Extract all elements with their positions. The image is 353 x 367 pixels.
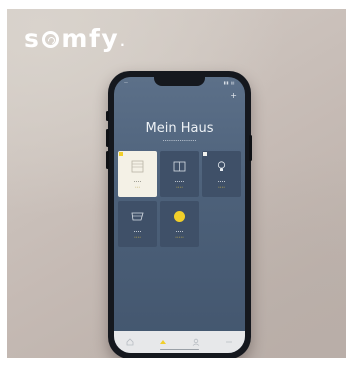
- phone-screen: — ▮▮ ▤ + Mein Haus •••••••••••••••••• ••…: [114, 77, 245, 353]
- window-icon: [173, 161, 186, 172]
- group-marker: [203, 152, 207, 156]
- phone-silent-switch: [106, 111, 109, 121]
- tile-label-blurred: ••••: [133, 230, 142, 234]
- tile-label-blurred: •••••: [174, 180, 185, 184]
- phone-volume-up: [106, 129, 109, 147]
- home-indicator: [160, 348, 199, 350]
- device-tile-sun-sensor[interactable]: •••• •••••: [160, 201, 199, 247]
- more-icon: [225, 341, 232, 343]
- smartphone: — ▮▮ ▤ + Mein Haus •••••••••••••••••• ••…: [106, 71, 252, 358]
- product-photo: s mfy. — ▮▮ ▤ + Mein Haus •••••••••••••••…: [7, 9, 346, 358]
- status-bar-time: —: [124, 80, 128, 85]
- scenes-icon: [160, 340, 167, 344]
- add-icon[interactable]: +: [230, 91, 237, 100]
- selected-marker: [119, 152, 123, 156]
- tab-scenes[interactable]: [157, 336, 169, 348]
- somfy-logo: s mfy.: [24, 23, 127, 53]
- tile-status-blurred: •••••: [175, 234, 184, 239]
- status-bar-icons: ▮▮ ▤: [223, 80, 235, 85]
- tab-more[interactable]: [223, 336, 235, 348]
- shutter-icon: [131, 160, 144, 173]
- device-tile-light[interactable]: •••• ••••: [202, 151, 241, 197]
- device-tile-window[interactable]: ••••• ••••: [160, 151, 199, 197]
- user-icon: [192, 338, 200, 346]
- screen-subtitle-blurred: ••••••••••••••••••: [162, 139, 197, 143]
- screen-title: Mein Haus: [145, 121, 214, 136]
- sun-icon: [174, 211, 185, 222]
- phone-power-button: [249, 135, 252, 161]
- tile-status-blurred: ••••: [217, 184, 226, 189]
- light-bulb-icon: [217, 161, 226, 171]
- device-tile-shutter[interactable]: •••• •••: [118, 151, 157, 197]
- device-tile-awning[interactable]: •••• ••••: [118, 201, 157, 247]
- tile-status-blurred: ••••: [133, 234, 142, 239]
- tab-home[interactable]: [124, 336, 136, 348]
- awning-icon: [131, 212, 144, 221]
- bottom-tab-bar: [114, 331, 245, 353]
- phone-notch: [154, 77, 205, 86]
- tile-label-blurred: ••••: [133, 180, 142, 184]
- tile-status-blurred: •••: [134, 184, 141, 189]
- phone-volume-down: [106, 151, 109, 169]
- tab-user[interactable]: [190, 336, 202, 348]
- tile-label-blurred: ••••: [217, 180, 226, 184]
- tile-status-blurred: ••••: [175, 184, 184, 189]
- home-icon: [126, 338, 134, 346]
- tile-label-blurred: ••••: [175, 230, 184, 234]
